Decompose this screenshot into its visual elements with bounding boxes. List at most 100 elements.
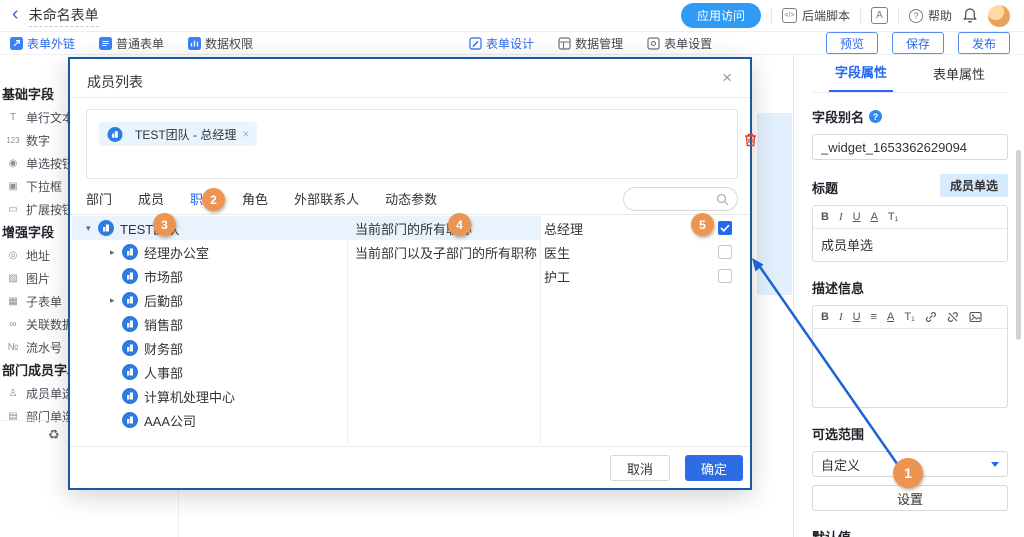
- publish-button[interactable]: 发布: [958, 32, 1010, 54]
- search-input[interactable]: [636, 192, 716, 206]
- back-button[interactable]: ‹: [12, 3, 19, 26]
- grid-icon: [558, 37, 571, 50]
- tab-form-settings[interactable]: 表单设置: [647, 35, 712, 52]
- backend-script-label: 后端脚本: [802, 7, 850, 24]
- font-color-icon[interactable]: A: [871, 211, 878, 223]
- tab-data-management[interactable]: 数据管理: [558, 35, 623, 52]
- tree-item-root[interactable]: ▾ TEST团队: [72, 216, 347, 240]
- underline-icon[interactable]: U: [853, 311, 861, 323]
- font-size-icon[interactable]: T₁: [888, 211, 898, 223]
- field-label: 部门单选: [26, 408, 74, 425]
- field-label: 数字: [26, 132, 50, 149]
- field-alias-input[interactable]: [812, 134, 1008, 160]
- annotation-step-5: 5: [691, 213, 714, 236]
- bold-icon[interactable]: B: [821, 211, 829, 223]
- divider: [540, 216, 541, 444]
- help-icon[interactable]: ?: [869, 110, 882, 123]
- range-setting-button[interactable]: 设置: [812, 485, 1008, 511]
- user-icon: ♙: [6, 388, 20, 399]
- tree-item[interactable]: 市场部: [72, 264, 347, 288]
- tree-item-label: 销售部: [144, 315, 183, 334]
- tab-data-permission[interactable]: 数据权限: [188, 35, 253, 52]
- job-title-row[interactable]: 护工: [544, 264, 738, 288]
- tree-item[interactable]: AAA公司: [72, 408, 347, 432]
- scope-option-current-and-sub[interactable]: 当前部门以及子部门的所有职称: [347, 240, 540, 264]
- scope-option-current[interactable]: 当前部门的所有职称: [347, 216, 540, 240]
- checkbox-icon[interactable]: [718, 269, 732, 283]
- bell-icon[interactable]: [962, 7, 978, 24]
- close-icon[interactable]: ×: [722, 68, 732, 88]
- form-icon: [99, 37, 112, 50]
- tree-item-label: 财务部: [144, 339, 183, 358]
- title-label: 标题: [812, 178, 838, 197]
- save-button[interactable]: 保存: [892, 32, 944, 54]
- backend-script-button[interactable]: </> 后端脚本: [782, 7, 850, 24]
- panel-scrollbar[interactable]: [1016, 150, 1021, 340]
- preview-button[interactable]: 预览: [826, 32, 878, 54]
- italic-icon[interactable]: I: [839, 311, 843, 323]
- selected-member-tag[interactable]: TEST团队 - 总经理 ×: [99, 122, 257, 146]
- font-size-icon[interactable]: T₁: [904, 311, 914, 323]
- tab-form-external-link[interactable]: 表单外链: [10, 35, 75, 52]
- user-avatar[interactable]: [988, 5, 1010, 27]
- caret-right-icon[interactable]: ▸: [110, 295, 122, 306]
- italic-icon[interactable]: I: [839, 211, 843, 223]
- assistant-icon[interactable]: A: [871, 7, 888, 24]
- font-color-icon[interactable]: A: [887, 311, 894, 323]
- tree-item-label: AAA公司: [144, 411, 196, 430]
- number-icon: 123: [6, 136, 20, 145]
- insert-image-icon[interactable]: [969, 311, 982, 323]
- title-editor-content[interactable]: 成员单选: [813, 229, 1007, 261]
- annotation-step-4: 4: [448, 213, 471, 236]
- delete-field-icon[interactable]: [743, 132, 758, 148]
- caret-right-icon[interactable]: ▸: [110, 247, 122, 258]
- help-button[interactable]: ? 帮助: [909, 7, 952, 24]
- tree-item[interactable]: ▸ 经理办公室: [72, 240, 347, 264]
- department-icon: [122, 340, 138, 356]
- confirm-button[interactable]: 确定: [685, 455, 743, 481]
- design-icon: [469, 37, 482, 50]
- tab-field-properties[interactable]: 字段属性: [829, 62, 893, 92]
- field-type-chip: 成员单选: [940, 174, 1008, 197]
- setting-label: 设置: [897, 489, 923, 508]
- tab-label: 表单设置: [664, 35, 712, 52]
- tree-item-label: 市场部: [144, 267, 183, 286]
- align-icon[interactable]: ≡: [871, 311, 877, 323]
- search-box[interactable]: [623, 187, 738, 211]
- cancel-button[interactable]: 取消: [610, 455, 670, 481]
- unlink-icon[interactable]: [947, 311, 959, 323]
- field-label: 地址: [26, 247, 50, 264]
- tree-item[interactable]: 计算机处理中心: [72, 384, 347, 408]
- divider: [70, 97, 750, 98]
- selected-field-highlight: [757, 113, 792, 295]
- pin-icon: ◎: [6, 250, 20, 261]
- tab-normal-form[interactable]: 普通表单: [99, 35, 164, 52]
- annotation-step-1: 1: [893, 458, 923, 488]
- tree-item[interactable]: 财务部: [72, 336, 347, 360]
- caret-down-icon[interactable]: ▾: [86, 223, 98, 234]
- recycle-bin-icon[interactable]: ♻: [48, 427, 60, 443]
- tab-form-design[interactable]: 表单设计: [469, 35, 534, 52]
- form-title[interactable]: 未命名表单: [29, 5, 99, 27]
- checkbox-checked-icon[interactable]: [718, 221, 732, 235]
- annotation-step-2: 2: [202, 188, 225, 211]
- job-title-row[interactable]: 医生: [544, 240, 738, 264]
- selected-option: 自定义: [821, 455, 860, 474]
- description-editor-content[interactable]: [813, 329, 1007, 407]
- checkbox-icon[interactable]: [718, 245, 732, 259]
- field-label: 图片: [26, 270, 50, 287]
- app-access-button[interactable]: 应用访问: [681, 3, 761, 28]
- bold-icon[interactable]: B: [821, 311, 829, 323]
- tree-item[interactable]: ▸ 后勤部: [72, 288, 347, 312]
- underline-icon[interactable]: U: [853, 211, 861, 223]
- remove-tag-icon[interactable]: ×: [242, 127, 249, 141]
- field-label: 子表单: [26, 293, 62, 310]
- tree-item[interactable]: 人事部: [72, 360, 347, 384]
- member-list-dialog: 成员列表 × TEST团队 - 总经理 × 部门 成员 职称 角色 外部联系人 …: [68, 57, 752, 490]
- divider: [178, 490, 179, 537]
- divider: [70, 446, 750, 447]
- link-icon[interactable]: [925, 311, 937, 323]
- tab-form-properties[interactable]: 表单属性: [927, 64, 991, 92]
- annotation-step-3: 3: [153, 213, 176, 236]
- tree-item[interactable]: 销售部: [72, 312, 347, 336]
